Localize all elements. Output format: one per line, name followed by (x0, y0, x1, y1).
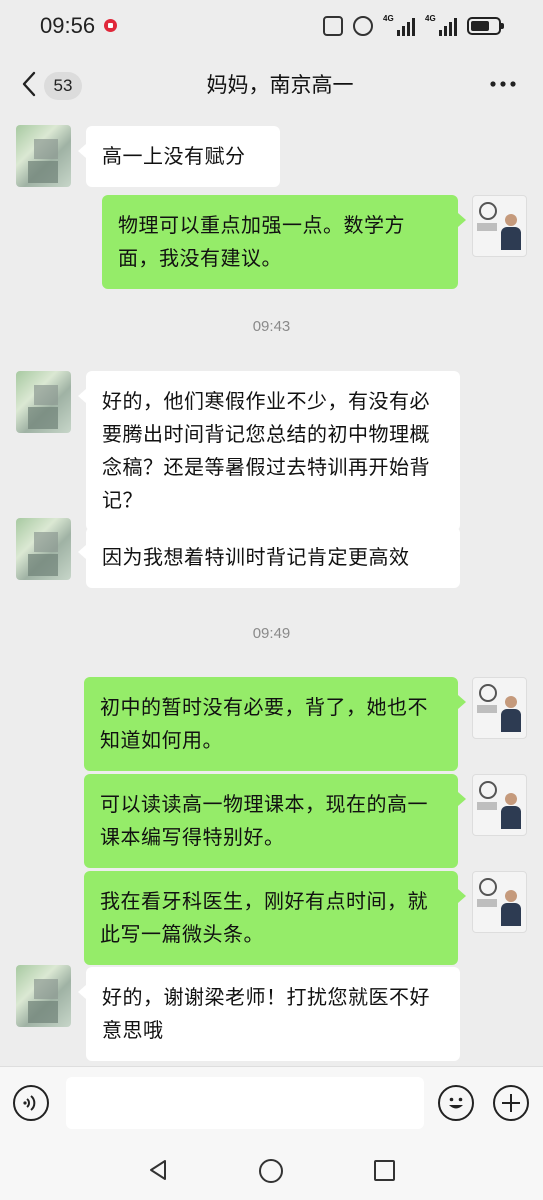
unread-count-badge[interactable]: 53 (44, 72, 82, 100)
voice-icon[interactable] (13, 1085, 49, 1121)
signal-label: 4G (383, 14, 394, 23)
contact-avatar[interactable] (16, 125, 71, 187)
recents-square-icon[interactable] (374, 1160, 395, 1181)
message-text: 高一上没有赋分 (102, 144, 246, 168)
message-input[interactable] (66, 1077, 424, 1129)
status-icons: 4G 4G (323, 14, 504, 38)
back-chevron-icon[interactable] (18, 70, 44, 98)
home-circle-icon[interactable] (259, 1159, 283, 1183)
back-triangle-icon[interactable] (146, 1158, 170, 1182)
message-text: 好的，他们寒假作业不少，有没有必要腾出时间背记您总结的初中物理概念稿？还是等暑假… (102, 389, 430, 512)
status-time: 09:56 (40, 13, 96, 38)
my-avatar[interactable] (472, 195, 527, 257)
my-avatar[interactable] (472, 871, 527, 933)
nfc-icon (323, 16, 343, 36)
message-text: 好的，谢谢梁老师！打扰您就医不好意思哦 (102, 985, 430, 1042)
emoji-icon[interactable] (438, 1085, 474, 1121)
message-bubble-sent[interactable]: 可以读读高一物理课本，现在的高一课本编写得特别好。 (84, 774, 466, 868)
chat-title: 妈妈，南京高一 (206, 73, 354, 97)
message-bubble-received[interactable]: 好的，谢谢梁老师！打扰您就医不好意思哦 (78, 967, 460, 1061)
message-text: 我在看牙科医生，刚好有点时间，就此写一篇微头条。 (100, 889, 428, 946)
contact-avatar[interactable] (16, 371, 71, 433)
message-bubble-received[interactable]: 高一上没有赋分 (78, 126, 280, 187)
signal-icon: 4G (425, 14, 457, 36)
signal-label: 4G (425, 14, 436, 23)
plus-icon[interactable] (493, 1085, 529, 1121)
message-bubble-sent[interactable]: 初中的暂时没有必要，背了，她也不知道如何用。 (84, 677, 466, 771)
timestamp: 09:43 (252, 318, 291, 335)
input-bar (0, 1066, 543, 1141)
system-navigation-bar (0, 1140, 543, 1200)
chat-header: 53 妈妈，南京高一 (0, 52, 543, 116)
more-options-icon[interactable] (489, 76, 517, 92)
status-bar: 09:56 4G 4G (0, 0, 543, 52)
message-text: 可以读读高一物理课本，现在的高一课本编写得特别好。 (100, 792, 428, 849)
message-bubble-received[interactable]: 因为我想着特训时背记肯定更高效 (78, 527, 460, 588)
message-bubble-received[interactable]: 好的，他们寒假作业不少，有没有必要腾出时间背记您总结的初中物理概念稿？还是等暑假… (78, 371, 460, 531)
timestamp: 09:49 (252, 625, 291, 642)
message-text: 初中的暂时没有必要，背了，她也不知道如何用。 (100, 695, 428, 752)
alarm-icon (353, 16, 373, 36)
signal-icon: 4G (383, 14, 415, 36)
message-text: 物理可以重点加强一点。数学方面，我没有建议。 (118, 213, 405, 270)
notification-dot-icon (104, 19, 117, 32)
message-bubble-sent[interactable]: 物理可以重点加强一点。数学方面，我没有建议。 (102, 195, 466, 289)
my-avatar[interactable] (472, 774, 527, 836)
my-avatar[interactable] (472, 677, 527, 739)
message-bubble-sent[interactable]: 我在看牙科医生，刚好有点时间，就此写一篇微头条。 (84, 871, 466, 965)
contact-avatar[interactable] (16, 518, 71, 580)
message-text: 因为我想着特训时背记肯定更高效 (102, 545, 410, 569)
contact-avatar[interactable] (16, 965, 71, 1027)
battery-icon (467, 17, 504, 35)
